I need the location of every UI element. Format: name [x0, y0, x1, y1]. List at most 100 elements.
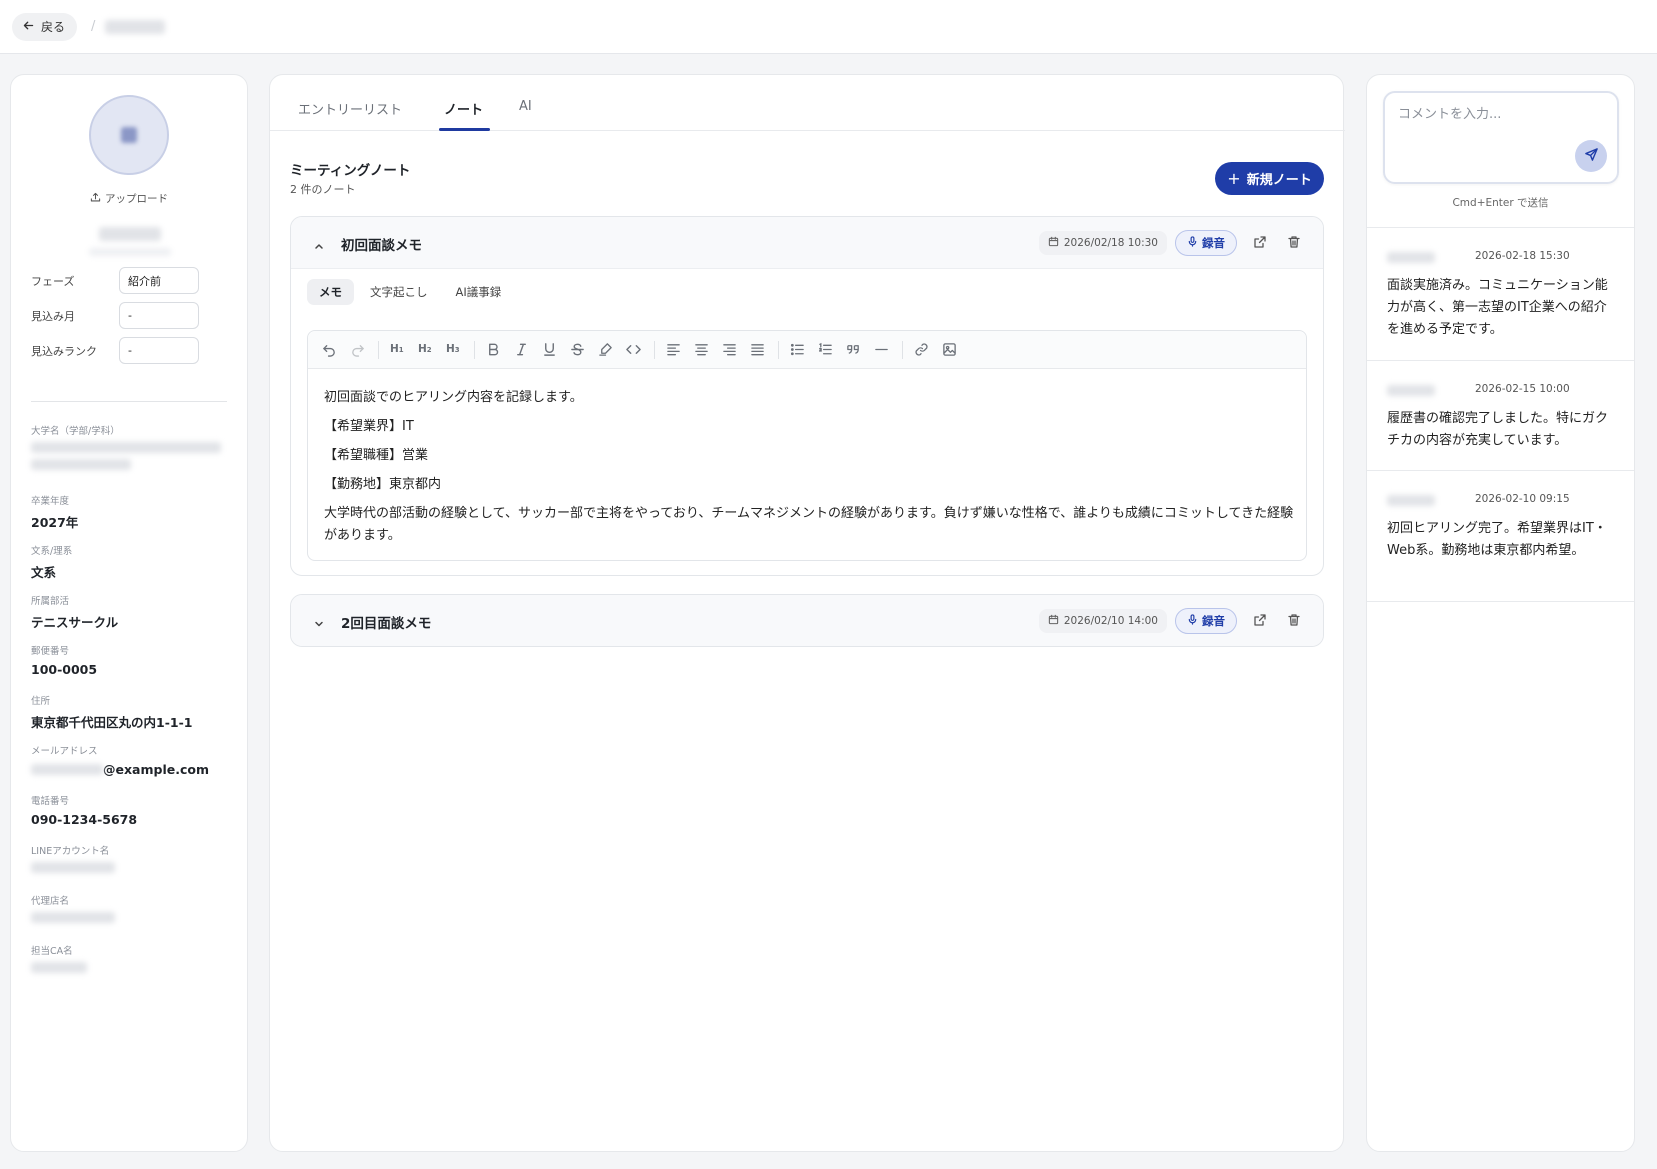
send-hint: Cmd+Enter で送信 — [1452, 197, 1549, 209]
comment-input[interactable]: コメントを入力... — [1383, 91, 1619, 184]
comment-text: 初回ヒアリング完了。希望業界はIT・Web系。勤務地は東京都内希望。 — [1387, 521, 1607, 558]
tab-entry-list[interactable]: エントリーリスト — [298, 99, 402, 118]
align-justify-icon[interactable] — [750, 342, 766, 358]
email-info: メールアドレス @example.com — [31, 743, 231, 777]
phase-select[interactable]: 紹介前 — [119, 267, 199, 294]
expected-rank-select[interactable]: - — [119, 337, 199, 364]
align-center-icon[interactable] — [694, 342, 710, 358]
new-note-button[interactable]: + 新規ノート — [1215, 162, 1324, 195]
italic-icon[interactable] — [514, 342, 530, 358]
highlighter-icon[interactable] — [598, 342, 614, 358]
upload-icon — [90, 192, 101, 206]
active-tab-indicator — [439, 128, 490, 131]
note-date: 2026/02/18 10:30 — [1038, 231, 1167, 255]
comment-text: 履歴書の確認完了しました。特にガクチカの内容が充実しています。 — [1387, 411, 1609, 448]
phase-label: フェーズ — [31, 274, 75, 288]
back-button[interactable]: 戻る — [12, 12, 78, 41]
bullet-list-icon[interactable] — [790, 342, 806, 358]
university-label: 大学名（学部/学科） — [31, 426, 120, 437]
grad-year-info: 卒業年度 2027年 — [31, 493, 231, 531]
upload-label: アップロード — [105, 193, 168, 205]
open-external-icon[interactable] — [1253, 234, 1271, 252]
send-icon — [1584, 147, 1599, 166]
upload-button[interactable]: アップロード — [89, 191, 169, 206]
comment-item: 2026-02-15 10:00 履歴書の確認完了しました。特にガクチカの内容が… — [1367, 360, 1634, 470]
editor-line: 【勤務地】東京都内 — [324, 477, 442, 492]
expected-rank-field: 見込みランク - — [31, 337, 199, 364]
ca-info: 担当CA名 — [31, 943, 231, 973]
toolbar-separator — [902, 341, 903, 359]
editor-content[interactable]: 初回面談でのヒアリング内容を記録します。 【希望業界】IT 【希望職種】営業 【… — [324, 383, 1294, 547]
code-icon[interactable] — [626, 342, 642, 358]
expected-month-label: 見込み月 — [31, 309, 75, 323]
heading-2-letter: H — [418, 343, 427, 355]
email-value: @example.com — [31, 762, 231, 777]
note-header[interactable]: 初回面談メモ 2026/02/18 10:30 録音 — [291, 217, 1323, 269]
trash-icon[interactable] — [1287, 234, 1305, 252]
align-left-icon[interactable] — [666, 342, 682, 358]
line-value-blurred — [31, 862, 115, 873]
avatar[interactable] — [89, 95, 169, 175]
note-date-text: 2026/02/10 14:00 — [1063, 615, 1158, 627]
note-card: 初回面談メモ 2026/02/18 10:30 録音 メモ 文字起こし AI議事… — [290, 216, 1324, 576]
record-button[interactable]: 録音 — [1175, 230, 1237, 256]
comment-author-blurred — [1387, 385, 1435, 396]
numbered-list-icon[interactable] — [818, 342, 834, 358]
send-button[interactable] — [1575, 140, 1607, 172]
comment-author-blurred — [1387, 252, 1435, 263]
phone-info: 電話番号 090-1234-5678 — [31, 793, 231, 827]
heading-2-button[interactable]: H2 — [418, 343, 434, 359]
track-label: 文系/理系 — [31, 546, 73, 557]
trash-icon[interactable] — [1287, 612, 1305, 630]
heading-3-button[interactable]: H3 — [446, 343, 462, 359]
horizontal-rule-icon[interactable] — [874, 342, 890, 358]
phase-field: フェーズ 紹介前 — [31, 267, 199, 294]
record-button[interactable]: 録音 — [1175, 608, 1237, 634]
address-value: 東京都千代田区丸の内1-1-1 — [31, 715, 193, 730]
blockquote-icon[interactable] — [846, 342, 862, 358]
email-domain: @example.com — [103, 762, 209, 777]
subtab-transcript[interactable]: 文字起こし — [358, 279, 440, 305]
toolbar-separator — [474, 341, 475, 359]
postal-label: 郵便番号 — [31, 646, 70, 657]
align-right-icon[interactable] — [722, 342, 738, 358]
subtab-memo[interactable]: メモ — [307, 279, 354, 305]
note-header[interactable]: 2回目面談メモ 2026/02/10 14:00 録音 — [291, 595, 1323, 646]
heading-1-button[interactable]: H1 — [390, 343, 406, 359]
chevron-up-icon[interactable] — [313, 237, 325, 249]
image-icon[interactable] — [942, 342, 958, 358]
link-icon[interactable] — [914, 342, 930, 358]
university-value-blurred — [31, 442, 221, 453]
chevron-down-icon[interactable] — [313, 615, 325, 627]
subtab-ai-minutes[interactable]: AI議事録 — [444, 279, 514, 305]
notes-panel: エントリーリスト ノート AI ミーティングノート 2 件のノート + 新規ノー… — [269, 74, 1345, 1152]
phone-value: 090-1234-5678 — [31, 812, 138, 827]
calendar-icon — [1048, 614, 1059, 628]
tab-ai[interactable]: AI — [519, 99, 532, 114]
expected-month-select[interactable]: - — [119, 302, 199, 329]
open-external-icon[interactable] — [1253, 612, 1271, 630]
heading-2-number: 2 — [426, 346, 432, 354]
line-label: LINEアカウント名 — [31, 846, 110, 857]
underline-icon[interactable] — [542, 342, 558, 358]
plus-icon: + — [1227, 169, 1241, 188]
postal-info: 郵便番号 100-0005 — [31, 643, 231, 677]
agency-info: 代理店名 — [31, 893, 231, 923]
editor-toolbar: H1 H2 H3 — [308, 331, 1306, 369]
university-info: 大学名（学部/学科） — [31, 423, 231, 470]
track-value: 文系 — [31, 565, 57, 580]
microphone-icon — [1187, 614, 1198, 628]
record-label: 録音 — [1202, 614, 1225, 628]
breadcrumb-current-blurred — [105, 19, 166, 34]
undo-icon[interactable] — [322, 342, 338, 358]
redo-icon[interactable] — [350, 342, 366, 358]
comment-time: 2026-02-15 10:00 — [1475, 383, 1570, 395]
bold-icon[interactable] — [486, 342, 502, 358]
toolbar-separator — [378, 341, 379, 359]
heading-3-number: 3 — [454, 346, 460, 354]
note-date: 2026/02/10 14:00 — [1038, 609, 1167, 633]
toolbar-separator — [778, 341, 779, 359]
comment-text: 面談実施済み。コミュニケーション能力が高く、第一志望のIT企業への紹介を進める予… — [1387, 278, 1608, 337]
tab-notes[interactable]: ノート — [444, 99, 483, 118]
strikethrough-icon[interactable] — [570, 342, 586, 358]
